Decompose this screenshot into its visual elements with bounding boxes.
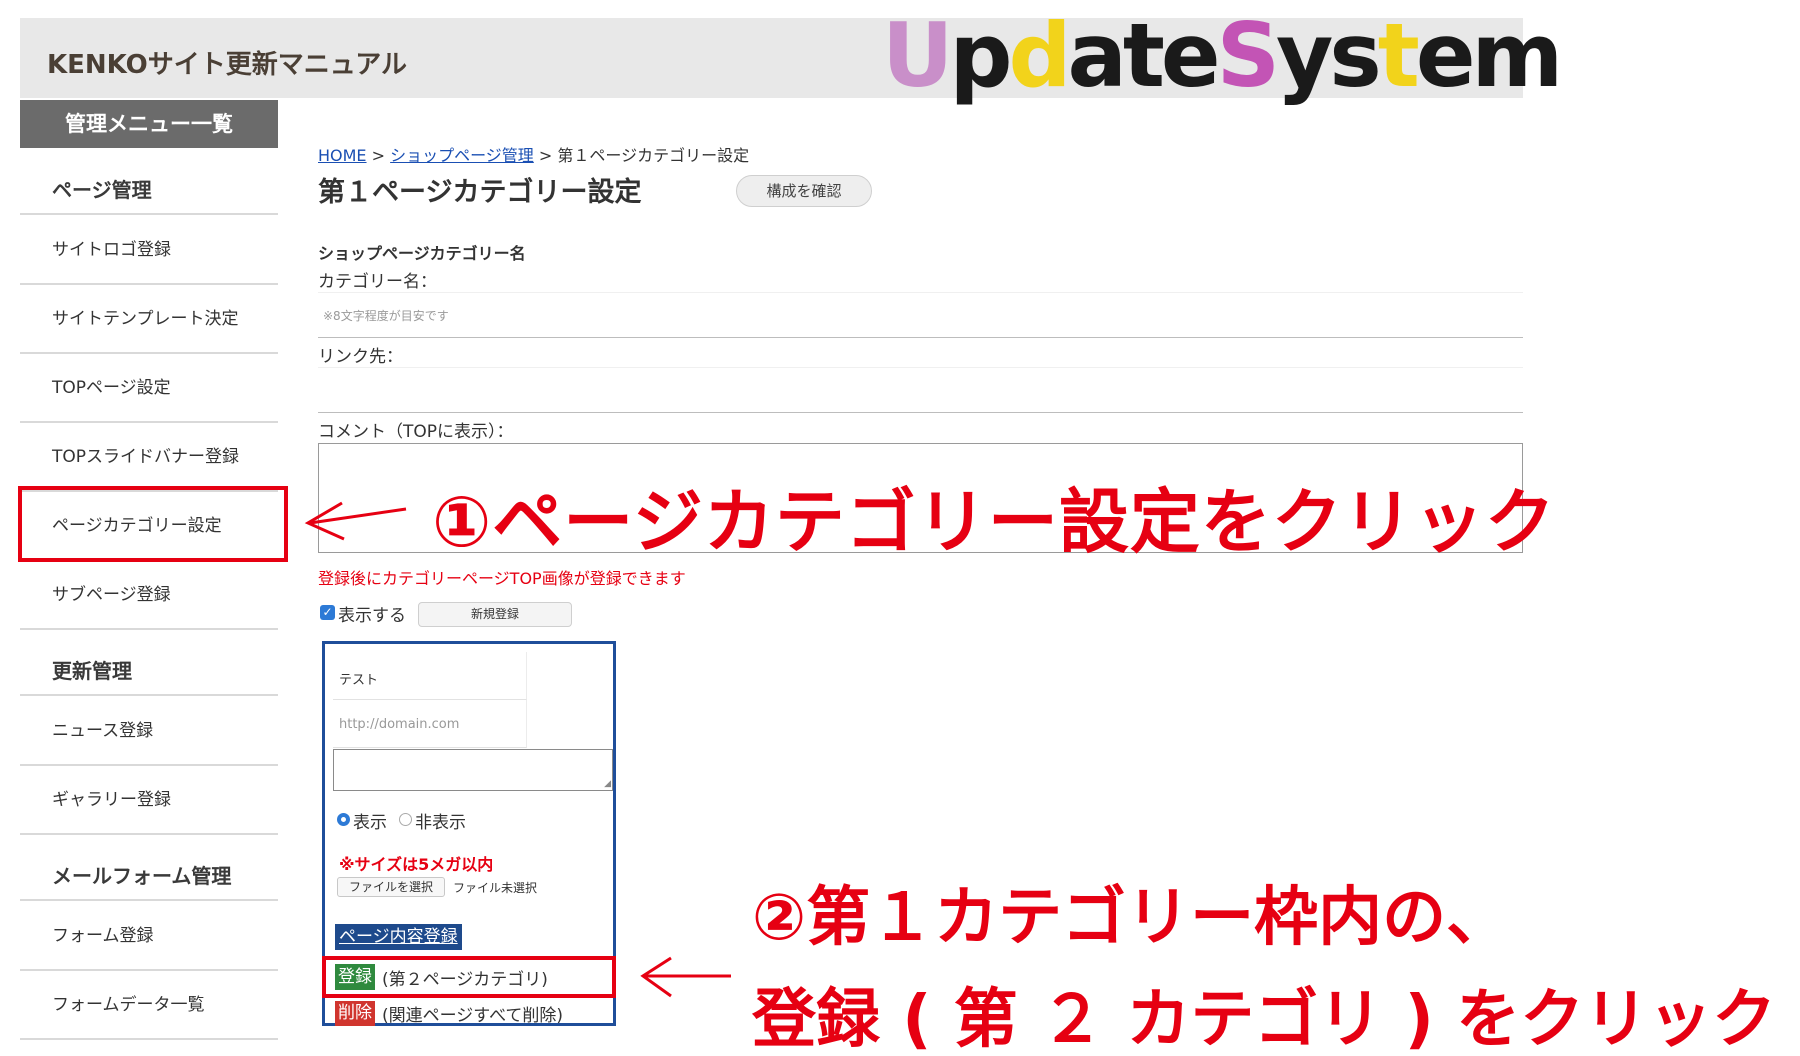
resize-grip-icon[interactable]: ◢ [604, 779, 611, 789]
category-name-field[interactable]: テスト [333, 652, 527, 700]
sidebar-item-label: TOPページ設定 [52, 378, 171, 398]
radio-show-label: 表示 [353, 813, 387, 833]
site-title: KENKOサイト更新マニュアル [47, 50, 407, 80]
logo-part: em [1415, 4, 1563, 107]
sidebar-item-sub-page[interactable]: サブページ登録 [20, 562, 278, 630]
logo-part: U [882, 4, 953, 107]
logo-part: te [1122, 4, 1221, 107]
show-checkbox[interactable]: ✓ [320, 605, 335, 620]
site-header: KENKOサイト更新マニュアル UpdateSystem [20, 12, 1563, 100]
registration-note: 登録後にカテゴリーページTOP画像が登録できます [318, 569, 686, 588]
radio-hide-label: 非表示 [415, 813, 466, 833]
category-name-value: テスト [339, 673, 379, 688]
file-status: ファイル未選択 [453, 881, 538, 895]
sidebar-section-title: ページ管理 [52, 178, 152, 202]
sidebar-section-title: メールフォーム管理 [52, 864, 232, 888]
breadcrumb-separator: > [533, 146, 558, 165]
category-comment-textarea[interactable]: ◢ [333, 749, 613, 791]
link-label: リンク先： [318, 347, 403, 367]
size-note: ※サイズは5メガ以内 [339, 855, 494, 874]
sidebar-item-top-page[interactable]: TOPページ設定 [20, 355, 278, 423]
annotation-step1: ①ページカテゴリー設定をクリック [432, 481, 1556, 563]
logo-part: a [1067, 4, 1126, 107]
update-system-logo: UpdateSystem [882, 12, 1563, 100]
breadcrumb-shop-link[interactable]: ショップページ管理 [390, 146, 534, 165]
category-name-placeholder: ※8文字程度が目安です [323, 309, 449, 323]
sidebar-item-label: サイトロゴ登録 [52, 240, 171, 260]
choose-file-button[interactable]: ファイルを選択 [337, 877, 445, 897]
annotation-step2-line1: ②第１カテゴリー枠内の、 [752, 881, 1511, 955]
sidebar-item-gallery[interactable]: ギャラリー登録 [20, 767, 278, 835]
breadcrumb-current: 第１ページカテゴリー設定 [557, 146, 750, 165]
sidebar-item-label: TOPスライドバナー登録 [52, 447, 240, 467]
logo-part: t [1377, 4, 1420, 107]
sidebar-item-label: サイトテンプレート決定 [52, 309, 239, 329]
category-name-input[interactable]: ※8文字程度が目安です [318, 292, 1523, 338]
logo-part: d [1008, 4, 1071, 107]
section-label: ショップページカテゴリー名 [318, 244, 526, 263]
annotation-step2-line2: 登録 ( 第 ２ カテゴリ ) をクリック [752, 983, 1777, 1056]
arrow-left-icon [640, 956, 731, 998]
confirm-structure-button[interactable]: 構成を確認 [736, 175, 872, 207]
sidebar-item-site-template[interactable]: サイトテンプレート決定 [20, 286, 278, 354]
category-url-placeholder: http://domain.com [339, 717, 460, 732]
sidebar-item-label: サブページ登録 [52, 585, 171, 605]
sidebar-item-news[interactable]: ニュース登録 [20, 698, 278, 766]
sidebar-item-label: ニュース登録 [52, 721, 154, 741]
comment-label: コメント（TOPに表示）： [318, 422, 514, 442]
sidebar-item-form-data[interactable]: フォームデータ一覧 [20, 972, 278, 1040]
sidebar-section-page-management: ページ管理 [20, 167, 278, 215]
show-checkbox-label: 表示する [338, 606, 406, 626]
highlight-box-page-category [18, 486, 288, 562]
logo-part: S [1216, 4, 1280, 107]
category-url-field[interactable]: http://domain.com [333, 700, 527, 748]
logo-part: p [949, 4, 1012, 107]
sidebar-item-top-slide-banner[interactable]: TOPスライドバナー登録 [20, 424, 278, 492]
sidebar-item-site-logo[interactable]: サイトロゴ登録 [20, 217, 278, 285]
sidebar-item-label: ギャラリー登録 [52, 790, 171, 810]
breadcrumb-home-link[interactable]: HOME [318, 146, 367, 165]
sidebar-item-form-register[interactable]: フォーム登録 [20, 903, 278, 971]
breadcrumb: HOME > ショップページ管理 > 第１ページカテゴリー設定 [318, 142, 749, 166]
admin-menu-heading: 管理メニュー一覧 [20, 100, 278, 148]
logo-part: ys [1276, 4, 1382, 107]
new-register-button[interactable]: 新規登録 [418, 602, 572, 627]
delete-button[interactable]: 削除 [335, 1001, 375, 1026]
category-name-label: カテゴリー名： [318, 272, 437, 292]
link-input[interactable] [318, 367, 1523, 413]
sidebar-section-mail-form: メールフォーム管理 [20, 853, 278, 901]
sidebar-item-label: フォーム登録 [52, 926, 154, 946]
sidebar-section-title: 更新管理 [52, 659, 132, 683]
radio-show[interactable] [337, 813, 350, 826]
delete-button-text: (関連ページすべて削除) [382, 1006, 564, 1026]
radio-hide[interactable] [399, 813, 412, 826]
arrow-left-icon [304, 501, 407, 541]
sidebar-item-label: フォームデータ一覧 [52, 995, 205, 1015]
page-title: 第１ページカテゴリー設定 [318, 177, 642, 208]
highlight-box-register [322, 956, 616, 998]
sidebar-section-update-management: 更新管理 [20, 648, 278, 696]
breadcrumb-separator: > [366, 146, 391, 165]
page-content-register-button[interactable]: ページ内容登録 [335, 924, 462, 950]
